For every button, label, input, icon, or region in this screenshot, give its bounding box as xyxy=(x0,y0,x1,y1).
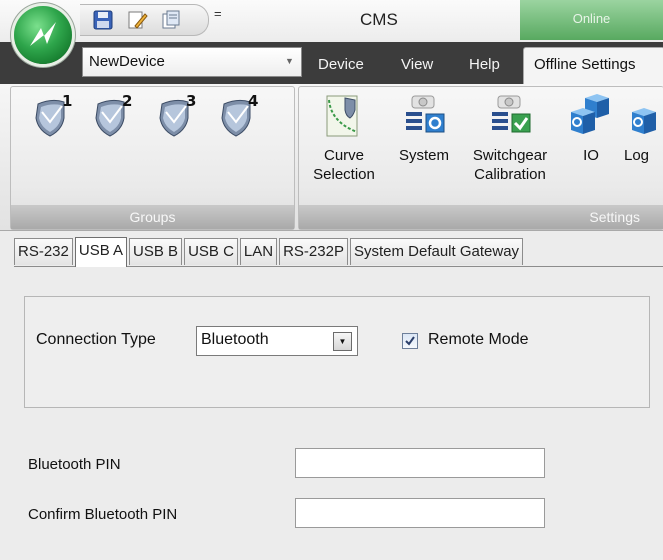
remote-mode-label: Remote Mode xyxy=(428,331,529,348)
shield-icon: 3 xyxy=(159,92,196,137)
io-cubes-icon xyxy=(571,94,609,134)
chevron-down-icon[interactable]: ▼ xyxy=(285,56,295,66)
group-label-settings: Settings xyxy=(299,205,663,229)
save-icon[interactable] xyxy=(92,9,114,31)
bluetooth-pin-field[interactable] xyxy=(295,448,545,478)
tab-usb-a[interactable]: USB A xyxy=(74,237,128,267)
group-number: 4 xyxy=(248,92,258,110)
group-number: 3 xyxy=(186,92,196,110)
log-label: Log xyxy=(624,147,650,164)
remote-mode-checkbox[interactable] xyxy=(402,333,418,349)
edit-icon[interactable] xyxy=(126,9,148,31)
tab-usb-b[interactable]: USB B xyxy=(129,238,183,265)
group-1-button[interactable]: 1 xyxy=(32,92,80,140)
connection-type-value: Bluetooth xyxy=(201,331,269,348)
system-label: System xyxy=(398,147,449,164)
system-button[interactable]: System xyxy=(392,88,456,198)
connection-type-select[interactable]: Bluetooth ▼ xyxy=(196,326,358,356)
chevron-down-icon[interactable]: ▼ xyxy=(333,332,352,351)
file-icon[interactable] xyxy=(160,9,182,31)
tab-offline-settings[interactable]: Offline Settings xyxy=(523,47,663,85)
confirm-bluetooth-pin-field[interactable] xyxy=(295,498,545,528)
curve-selection-button[interactable]: Curve Selection xyxy=(305,88,383,198)
confirm-bluetooth-pin-label: Confirm Bluetooth PIN xyxy=(28,506,178,523)
switchgear-calibration-button[interactable]: Switchgear Calibration xyxy=(462,88,558,198)
group-4-button[interactable]: 4 xyxy=(218,92,266,140)
shield-icon: 4 xyxy=(221,92,258,137)
curve-selection-label: Curve Selection xyxy=(313,147,375,183)
calibration-icon xyxy=(492,95,531,133)
log-icon xyxy=(632,108,656,134)
tab-system-default-gateway[interactable]: System Default Gateway xyxy=(349,238,524,265)
group-2-button[interactable]: 2 xyxy=(92,92,140,140)
tab-rs-232p[interactable]: RS-232P xyxy=(279,238,348,265)
quick-access-toolbar xyxy=(80,4,209,36)
io-button[interactable]: IO xyxy=(565,88,617,198)
tab-usb-c[interactable]: USB C xyxy=(184,238,238,265)
app-title: CMS xyxy=(360,10,398,29)
shield-icon: 1 xyxy=(35,92,72,137)
log-button[interactable]: Log xyxy=(620,88,663,198)
customize-icon[interactable]: = xyxy=(214,6,222,21)
device-dropdown[interactable]: NewDevice ▼ xyxy=(82,47,302,77)
tab-offline-settings-label: Offline Settings xyxy=(534,56,636,73)
io-label: IO xyxy=(583,147,599,164)
connection-type-label: Connection Type xyxy=(36,331,156,348)
device-dropdown-value: NewDevice xyxy=(89,53,165,70)
tab-help[interactable]: Help xyxy=(469,56,500,73)
tab-lan[interactable]: LAN xyxy=(239,238,278,265)
bluetooth-pin-label: Bluetooth PIN xyxy=(28,456,121,473)
group-3-button[interactable]: 3 xyxy=(156,92,204,140)
lightning-icon xyxy=(30,22,56,46)
curve-icon xyxy=(326,95,358,137)
port-tab-strip: RS-232 USB A USB B USB C LAN RS-232P Sys… xyxy=(14,237,524,267)
group-number: 1 xyxy=(62,92,72,110)
tab-device[interactable]: Device xyxy=(318,56,364,73)
group-label-groups: Groups xyxy=(11,205,294,229)
tab-rs-232[interactable]: RS-232 xyxy=(14,238,73,265)
group-number: 2 xyxy=(122,92,132,110)
system-settings-icon xyxy=(406,95,445,133)
tab-view[interactable]: View xyxy=(401,56,433,73)
shield-icon: 2 xyxy=(95,92,132,137)
app-menu-button[interactable] xyxy=(14,6,72,64)
checkmark-icon xyxy=(405,336,415,346)
switchgear-calibration-label: Switchgear Calibration xyxy=(472,147,548,183)
connection-status: Online xyxy=(520,0,663,40)
